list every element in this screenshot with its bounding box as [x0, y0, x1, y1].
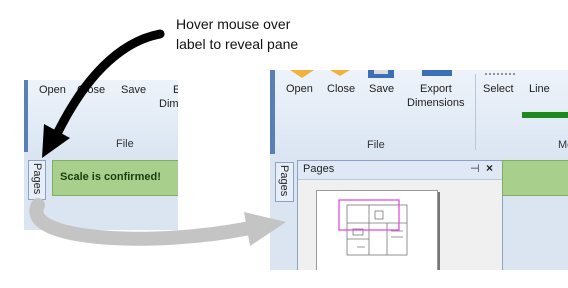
transition-arrow-icon [29, 198, 257, 246]
hover-arrow-icon [53, 29, 165, 137]
arrow-overlay [29, 29, 286, 246]
transition-arrow-head-icon [244, 212, 286, 246]
